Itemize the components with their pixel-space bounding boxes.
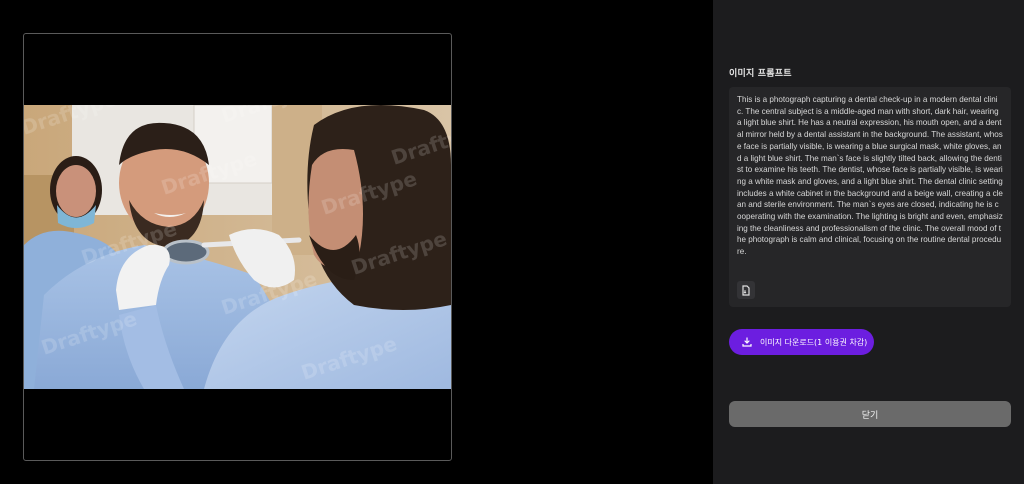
close-button[interactable]: 닫기	[729, 401, 1011, 427]
prompt-box: This is a photograph capturing a dental …	[729, 87, 1011, 307]
prompt-title: 이미지 프롬프트	[729, 69, 792, 79]
copy-prompt-button[interactable]	[737, 281, 755, 299]
download-image-button[interactable]: 이미지 다운로드(1 이용권 차감)	[729, 329, 874, 355]
prompt-text: This is a photograph capturing a dental …	[737, 95, 1003, 257]
download-button-label: 이미지 다운로드(1 이용권 차감)	[760, 337, 868, 347]
copy-document-icon	[742, 284, 750, 296]
dental-checkup-photo: Draftype Draftype Draftype Draftype Draf…	[24, 105, 451, 389]
side-panel: 이미지 프롬프트 This is a photograph capturing …	[713, 0, 1024, 484]
image-frame: Draftype Draftype Draftype Draftype Draf…	[23, 33, 452, 461]
image-viewer-area: Draftype Draftype Draftype Draftype Draf…	[0, 0, 713, 484]
download-icon	[742, 337, 752, 347]
generated-photo: Draftype Draftype Draftype Draftype Draf…	[24, 105, 451, 389]
